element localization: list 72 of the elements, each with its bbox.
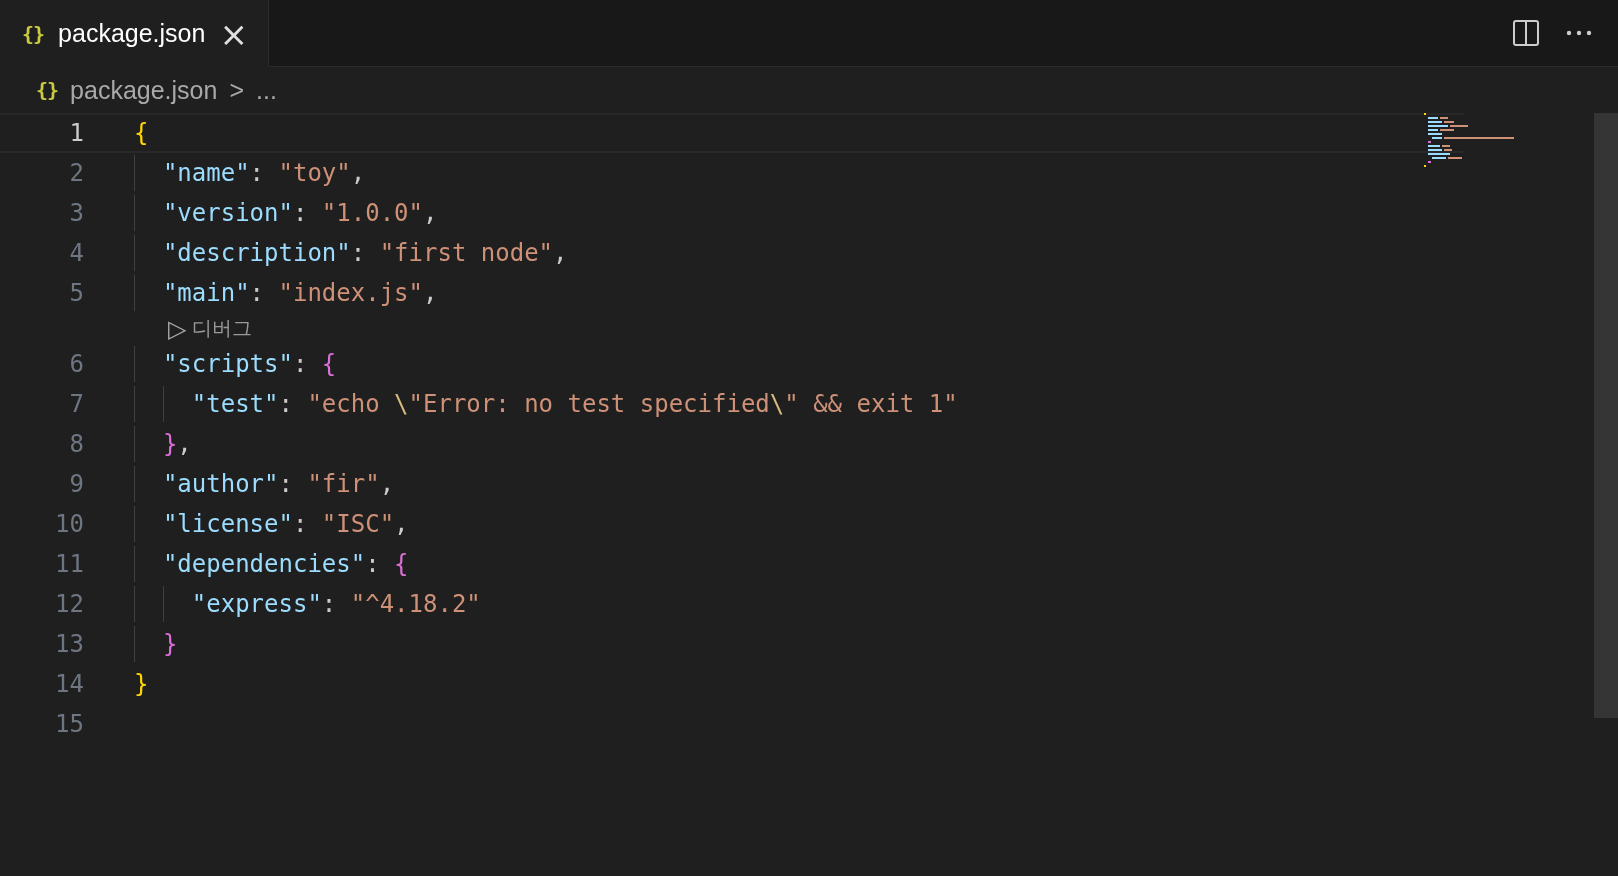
json-key: "name" [162,159,250,187]
punctuation: : [292,510,309,538]
line-number: 7 [68,390,85,418]
brace: { [394,550,409,578]
breadcrumb-item[interactable]: ... [256,75,277,105]
brace: { [134,119,149,147]
breadcrumb-separator: > [229,75,245,105]
punctuation: : [278,470,294,498]
line-number: 10 [54,510,85,538]
punctuation: , [394,510,409,538]
punctuation: : [292,350,309,378]
string-literal: "1.0.0" [321,199,423,227]
string-literal: "^4.18.2" [350,590,481,618]
punctuation: : [365,550,381,578]
line-number: 11 [54,550,85,578]
editor-tab[interactable]: {} package.json × [0,0,269,67]
close-button[interactable]: × [219,16,248,51]
json-key: "main" [162,279,250,307]
json-key: "scripts" [162,350,293,378]
punctuation: , [423,279,438,307]
line-number: 2 [68,159,85,187]
punctuation: : [292,199,309,227]
line-number: 3 [68,199,85,227]
line-number: 9 [68,470,85,498]
line-number: 15 [54,710,85,738]
escape-character: \ [394,390,409,418]
punctuation: : [350,239,367,267]
punctuation: : [321,590,338,618]
line-number: 6 [68,350,85,378]
line-number: 12 [54,590,85,618]
brace: } [134,670,149,698]
string-literal: " && exit 1" [784,390,958,418]
punctuation: , [177,430,192,458]
json-key: "dependencies" [162,550,366,578]
brace: } [162,430,178,458]
punctuation: , [423,199,438,227]
json-file-icon: {} [22,21,45,46]
punctuation: , [379,470,395,498]
brace: { [321,350,337,378]
string-literal: "index.js" [278,279,423,307]
string-literal: "Error: no test specified [408,390,770,418]
json-key: "description" [162,239,351,267]
punctuation: : [278,390,294,418]
line-number: 5 [68,279,85,307]
json-key: "test" [191,390,279,418]
json-key: "version" [162,199,293,227]
debug-link[interactable]: 디버그 [192,315,253,342]
breadcrumb-item[interactable]: package.json [70,75,218,105]
line-number: 13 [54,630,85,658]
json-file-icon: {} [36,78,59,102]
json-key: "express" [191,590,322,618]
line-number: 4 [68,239,85,267]
string-literal: "fir" [307,470,380,498]
string-literal: "first node" [379,239,554,267]
string-literal: "echo [307,390,381,418]
json-key: "license" [162,510,293,538]
play-icon[interactable]: ▷ [168,314,187,343]
escape-character: \ [769,390,785,418]
punctuation: : [249,279,266,307]
line-number: 1 [68,119,85,147]
more-icon[interactable] [1566,30,1592,36]
line-number: 8 [68,430,85,458]
json-key: "author" [162,470,279,498]
punctuation: , [553,239,568,267]
punctuation: , [350,159,366,187]
line-number: 14 [54,670,85,698]
split-editor-icon[interactable] [1512,19,1540,47]
brace: } [162,630,178,658]
punctuation: : [249,159,266,187]
string-literal: "toy" [278,159,351,187]
string-literal: "ISC" [321,510,395,538]
tab-title: package.json [58,19,206,48]
